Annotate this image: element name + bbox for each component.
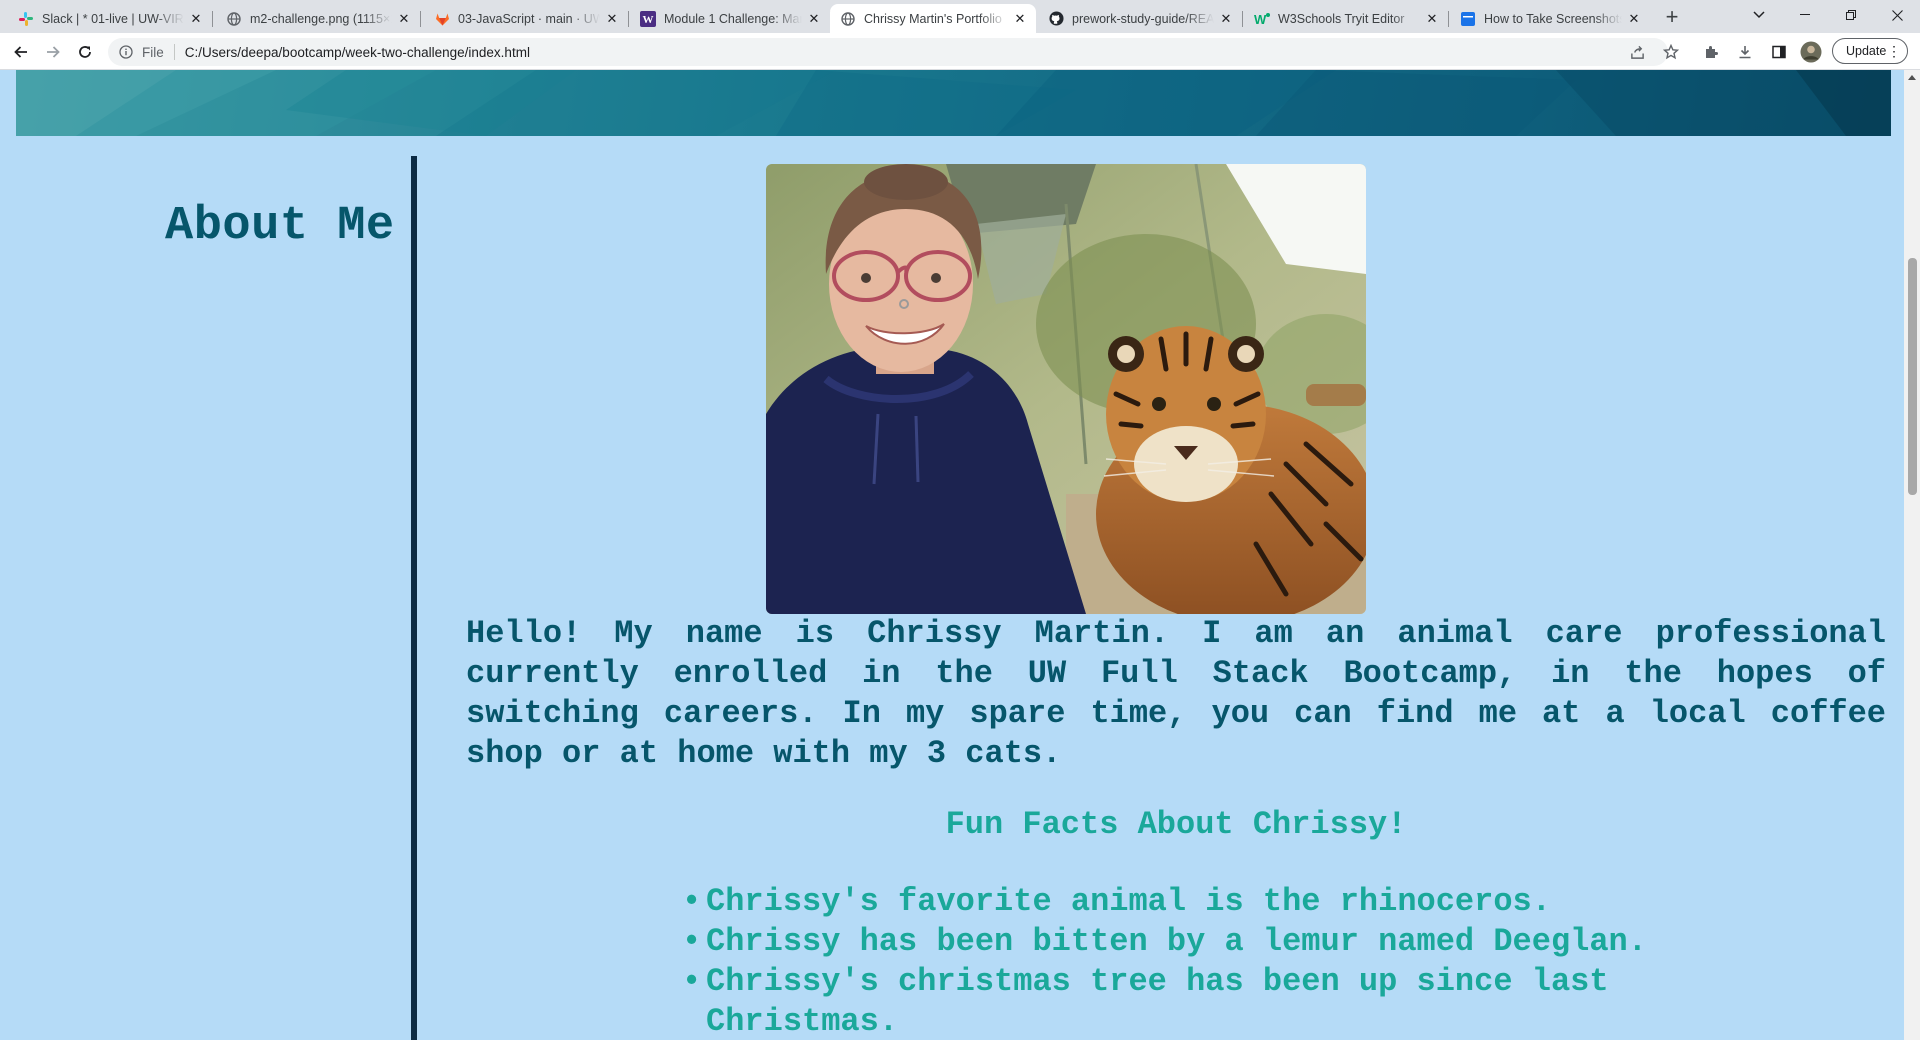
omnibox-divider	[173, 44, 175, 60]
close-tab-icon[interactable]: ✕	[604, 11, 620, 27]
globe-icon	[226, 11, 242, 27]
fact-text: Chrissy's christmas tree has been up sin…	[706, 963, 1609, 1040]
bullet-icon: •	[682, 963, 702, 1000]
tab-strip: Slack | * 01-live | UW-VIRT ✕ m2-challen…	[0, 0, 1920, 33]
fun-facts-heading: Fun Facts About Chrissy!	[945, 806, 1407, 843]
section-divider	[411, 156, 417, 1040]
tab-slack[interactable]: Slack | * 01-live | UW-VIRT ✕	[8, 4, 213, 33]
tab-screenshots[interactable]: How to Take Screenshots o ✕	[1450, 4, 1650, 33]
bio-paragraph: Hello! My name is Chrissy Martin. I am a…	[466, 615, 1886, 772]
tab-title: W3Schools Tryit Editor	[1278, 11, 1405, 26]
doc-icon	[1460, 11, 1476, 27]
update-label: Update	[1846, 44, 1887, 58]
tab-github[interactable]: prework-study-guide/REAL ✕	[1038, 4, 1243, 33]
close-tab-icon[interactable]: ✕	[1424, 11, 1440, 27]
tab-portfolio[interactable]: Chrissy Martin's Portfolio ✕	[830, 4, 1036, 33]
fun-facts-list: • Chrissy's favorite animal is the rhinoc…	[682, 882, 1706, 1040]
github-icon	[1048, 11, 1064, 27]
tab-title: How to Take Screenshots o	[1484, 11, 1622, 26]
minimize-icon[interactable]	[1782, 0, 1828, 30]
tab-search-icon[interactable]	[1736, 0, 1782, 30]
close-tab-icon[interactable]: ✕	[188, 11, 204, 27]
tab-title: m2-challenge.png (1115×1	[250, 11, 392, 26]
url-scheme: File	[142, 44, 164, 60]
tab-title: Chrissy Martin's Portfolio	[864, 11, 1002, 26]
reload-icon[interactable]	[72, 39, 98, 65]
close-tab-icon[interactable]: ✕	[1012, 11, 1028, 27]
share-icon[interactable]	[1624, 39, 1650, 65]
list-item: • Chrissy's favorite animal is the rhinoc…	[682, 882, 1706, 922]
bullet-icon: •	[682, 883, 702, 920]
menu-dots-icon[interactable]: ⋮	[1887, 42, 1901, 60]
tab-gitlab[interactable]: 03-JavaScript · main · UWA ✕	[424, 4, 629, 33]
restore-icon[interactable]	[1828, 0, 1874, 30]
w3schools-icon: W	[1254, 11, 1270, 27]
page-title: About Me	[165, 200, 395, 253]
svg-text:W: W	[1254, 12, 1267, 26]
header-banner	[16, 70, 1891, 136]
list-item: • Chrissy has been bitten by a lemur name…	[682, 922, 1706, 962]
uw-icon: W	[640, 10, 656, 27]
tab-w3schools[interactable]: W W3Schools Tryit Editor ✕	[1244, 4, 1449, 33]
close-window-icon[interactable]	[1874, 0, 1920, 30]
fact-text: Chrissy's favorite animal is the rhinoce…	[706, 883, 1551, 920]
extensions-puzzle-icon[interactable]	[1698, 39, 1724, 65]
address-bar[interactable]: File C:/Users/deepa/bootcamp/week-two-ch…	[108, 38, 1668, 66]
tab-module-challenge[interactable]: W Module 1 Challenge: Martin ✕	[630, 4, 831, 33]
forward-arrow-icon[interactable]	[40, 39, 66, 65]
close-tab-icon[interactable]: ✕	[1218, 11, 1234, 27]
close-tab-icon[interactable]: ✕	[1626, 11, 1642, 27]
close-tab-icon[interactable]: ✕	[806, 11, 822, 27]
fact-text: Chrissy has been bitten by a lemur named…	[706, 923, 1647, 960]
scrollbar-thumb[interactable]	[1908, 258, 1917, 495]
new-tab-button[interactable]: +	[1660, 6, 1684, 30]
tab-title: Module 1 Challenge: Martin	[664, 11, 802, 26]
avatar[interactable]	[1798, 39, 1824, 65]
tab-title: 03-JavaScript · main · UWA	[458, 11, 600, 26]
gitlab-icon	[434, 11, 450, 27]
slack-icon	[18, 11, 34, 27]
download-icon[interactable]	[1732, 39, 1758, 65]
browser-toolbar: File C:/Users/deepa/bootcamp/week-two-ch…	[0, 33, 1920, 70]
svg-text:W: W	[643, 14, 654, 26]
tab-m2-challenge[interactable]: m2-challenge.png (1115×1 ✕	[216, 4, 421, 33]
close-tab-icon[interactable]: ✕	[396, 11, 412, 27]
info-icon[interactable]	[118, 44, 134, 60]
url-text[interactable]: C:/Users/deepa/bootcamp/week-two-challen…	[185, 45, 530, 60]
back-arrow-icon[interactable]	[8, 39, 34, 65]
vertical-scrollbar[interactable]	[1904, 70, 1920, 1040]
side-panel-icon[interactable]	[1766, 39, 1792, 65]
profile-photo	[766, 164, 1366, 614]
list-item: • Chrissy's christmas tree has been up si…	[682, 962, 1706, 1040]
bullet-icon: •	[682, 923, 702, 960]
scroll-up-arrow-icon[interactable]	[1908, 75, 1916, 80]
bookmark-star-icon[interactable]	[1658, 39, 1684, 65]
globe-icon	[840, 11, 856, 27]
page-viewport: About Me Hello! My name is Chrissy Marti…	[0, 70, 1904, 1040]
tab-title: prework-study-guide/REAL	[1072, 11, 1214, 26]
update-button[interactable]: Update ⋮	[1832, 38, 1908, 64]
tab-title: Slack | * 01-live | UW-VIRT	[42, 11, 184, 26]
